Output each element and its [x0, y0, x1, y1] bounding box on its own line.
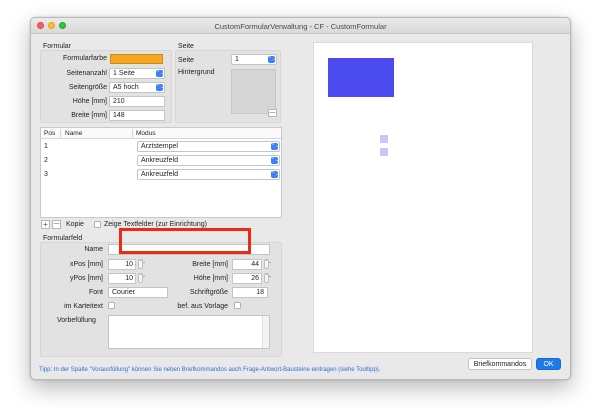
seitenanzahl-value: 1 Seite — [113, 70, 135, 77]
formular-group-label: Formular — [43, 43, 72, 50]
formularfarbe-label: Formularfarbe — [63, 55, 107, 62]
preview-ankreuzfeld[interactable] — [380, 135, 388, 143]
seitenanzahl-label: Seitenanzahl — [66, 70, 107, 77]
table-header: Pos Name Modus — [41, 128, 281, 139]
schriftgroesse-label: Schriftgröße — [189, 289, 228, 296]
title-bar: CustomFormularVerwaltung - CF - CustomFo… — [31, 18, 570, 34]
seitengroesse-label: Seitengröße — [68, 84, 107, 91]
vorbefuellung-label: Vorbefüllung — [57, 317, 96, 324]
column-header-name[interactable]: Name — [65, 130, 82, 137]
row-pos: 2 — [44, 157, 48, 164]
kopie-button[interactable]: Kopie — [66, 221, 84, 228]
hintergrund-remove-button[interactable]: — — [268, 109, 277, 117]
preview-arztstempel-field[interactable] — [328, 58, 394, 97]
row-modus-popup[interactable]: Arztstempel ⌃⌄ — [137, 141, 280, 152]
row-modus-popup[interactable]: Ankreuzfeld ⌃⌄ — [137, 169, 280, 180]
feld-hoehe-input[interactable]: 26 — [232, 273, 262, 284]
schriftgroesse-input[interactable]: 18 — [232, 287, 268, 298]
page-preview[interactable] — [313, 42, 533, 353]
popup-arrows-icon: ⌃⌄ — [271, 171, 280, 178]
bef-aus-vorlage-label: bef. aus Vorlage — [177, 303, 228, 310]
annotation-highlight-box — [119, 228, 251, 254]
table-row[interactable]: 2 Ankreuzfeld ⌃⌄ — [41, 154, 281, 168]
font-input[interactable]: Courier — [108, 287, 168, 298]
zeige-textfelder-checkbox[interactable] — [94, 221, 101, 228]
row-modus-popup[interactable]: Ankreuzfeld ⌃⌄ — [137, 155, 280, 166]
table-row[interactable]: 3 Ankreuzfeld ⌃⌄ — [41, 168, 281, 182]
seitengroesse-popup[interactable]: A5 hoch ⌃⌄ — [109, 82, 165, 93]
table-row[interactable]: 1 Arztstempel ⌃⌄ — [41, 140, 281, 154]
row-pos: 1 — [44, 143, 48, 150]
feld-breite-stepper[interactable]: ⌃⌄ — [264, 259, 272, 269]
column-header-pos[interactable]: Pos — [44, 130, 55, 137]
xpos-input[interactable]: 10 — [108, 259, 136, 270]
font-label: Font — [88, 289, 103, 296]
briefkommandos-button[interactable]: Briefkommandos — [468, 358, 532, 370]
feld-hoehe-stepper[interactable]: ⌃⌄ — [264, 273, 272, 283]
feld-hoehe-label: Höhe [mm] — [193, 275, 228, 282]
row-pos: 3 — [44, 171, 48, 178]
vorbefuellung-scrollbar[interactable] — [262, 316, 269, 348]
bef-aus-vorlage-checkbox[interactable] — [234, 302, 241, 309]
seite-label: Seite — [178, 57, 194, 64]
feld-breite-input[interactable]: 44 — [232, 259, 262, 270]
remove-field-button[interactable]: — — [52, 220, 61, 229]
row-modus-value: Ankreuzfeld — [141, 157, 178, 164]
seitenanzahl-popup[interactable]: 1 Seite ⌃⌄ — [109, 68, 165, 79]
fields-table: Pos Name Modus 1 Arztstempel ⌃⌄ 2 Ankreu… — [40, 127, 282, 218]
feld-breite-label: Breite [mm] — [192, 261, 228, 268]
column-header-modus[interactable]: Modus — [136, 130, 156, 137]
popup-arrows-icon: ⌃⌄ — [271, 157, 280, 164]
im-karteitext-label: im Karteitext — [64, 303, 103, 310]
popup-arrows-icon: ⌃⌄ — [156, 70, 165, 77]
seite-value: 1 — [235, 56, 239, 63]
formular-breite-input[interactable]: 148 — [109, 110, 165, 121]
row-modus-value: Arztstempel — [141, 143, 178, 150]
popup-arrows-icon: ⌃⌄ — [156, 84, 165, 91]
formular-breite-label: Breite [mm] — [71, 112, 107, 119]
formular-hoehe-label: Höhe [mm] — [72, 98, 107, 105]
formular-hoehe-input[interactable]: 210 — [109, 96, 165, 107]
formularfeld-group-label: Formularfeld — [43, 235, 83, 242]
seite-popup[interactable]: 1 ⌃⌄ — [231, 54, 277, 65]
formularfarbe-swatch[interactable] — [110, 54, 163, 64]
column-divider — [132, 129, 133, 138]
ypos-input[interactable]: 10 — [108, 273, 136, 284]
name-label: Name — [84, 246, 103, 253]
ypos-stepper[interactable]: ⌃⌄ — [138, 273, 146, 283]
add-field-button[interactable]: + — [41, 220, 50, 229]
xpos-label: xPos [mm] — [69, 261, 103, 268]
preview-ankreuzfeld[interactable] — [380, 148, 388, 156]
popup-arrows-icon: ⌃⌄ — [271, 143, 280, 150]
formular-window: CustomFormularVerwaltung - CF - CustomFo… — [30, 17, 571, 380]
ok-button[interactable]: OK — [536, 358, 561, 370]
hintergrund-image-well[interactable] — [231, 69, 276, 114]
window-title: CustomFormularVerwaltung - CF - CustomFo… — [214, 22, 387, 31]
popup-arrows-icon: ⌃⌄ — [268, 56, 277, 63]
xpos-stepper[interactable]: ⌃⌄ — [138, 259, 146, 269]
vorbefuellung-textarea[interactable] — [108, 315, 270, 349]
row-modus-value: Ankreuzfeld — [141, 171, 178, 178]
tip-text: Tipp: In der Spalte "Vorausfüllung" könn… — [39, 367, 381, 373]
zeige-textfelder-label: Zeige Textfelder (zur Einrichtung) — [104, 221, 207, 228]
ypos-label: yPos [mm] — [69, 275, 103, 282]
column-divider — [60, 129, 61, 138]
hintergrund-label: Hintergrund — [178, 69, 215, 76]
seite-group-label: Seite — [178, 43, 194, 50]
seitengroesse-value: A5 hoch — [113, 84, 139, 91]
im-karteitext-checkbox[interactable] — [108, 302, 115, 309]
